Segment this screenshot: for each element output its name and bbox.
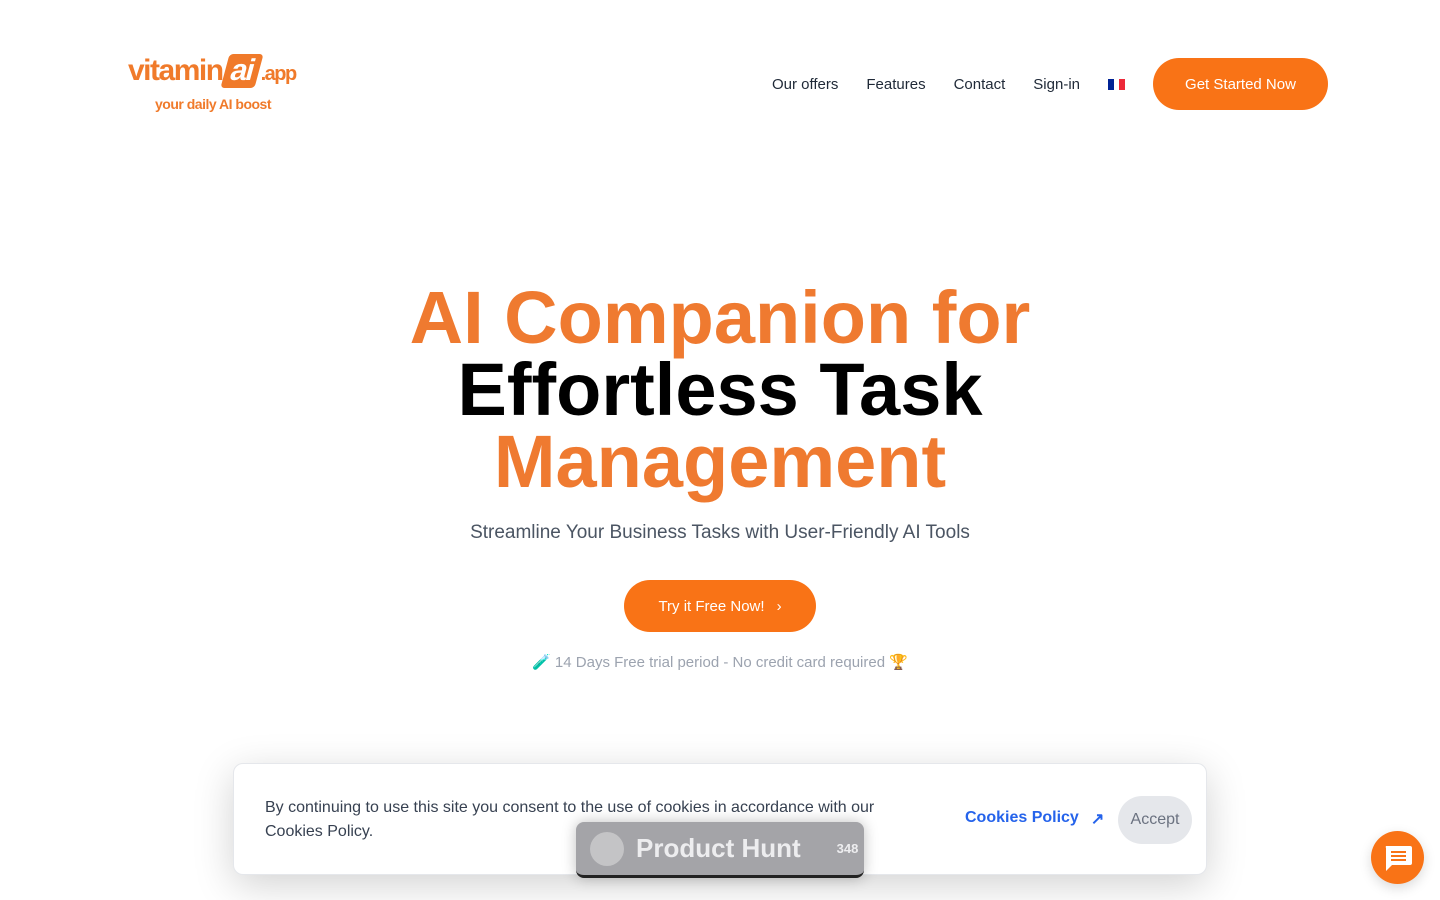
- try-free-button[interactable]: Try it Free Now! ›: [624, 580, 816, 632]
- product-hunt-label: Product Hunt: [636, 833, 801, 863]
- product-hunt-icon: [590, 831, 624, 866]
- nav-our-offers[interactable]: Our offers: [772, 76, 838, 93]
- main-nav: Our offers Features Contact Sign-in Get …: [772, 58, 1328, 110]
- cookies-policy-link[interactable]: Cookies Policy ↗: [965, 809, 1104, 829]
- trophy-icon: 🏆: [889, 654, 908, 671]
- chat-button[interactable]: [1371, 831, 1424, 884]
- french-flag-icon[interactable]: [1108, 78, 1126, 90]
- test-tube-icon: 🧪: [532, 654, 551, 671]
- product-hunt-count: 348: [836, 841, 859, 856]
- nav-features[interactable]: Features: [866, 76, 925, 93]
- logo[interactable]: vitamin ai .app your daily AI boost: [128, 54, 308, 116]
- external-arrow-icon: ↗: [1090, 811, 1105, 828]
- hero-subtitle: Streamline Your Business Tasks with User…: [470, 522, 970, 543]
- trial-note: 🧪 14 Days Free trial period - No credit …: [532, 654, 908, 671]
- chat-icon: [1385, 845, 1412, 871]
- nav-sign-in[interactable]: Sign-in: [1033, 76, 1080, 93]
- get-started-button[interactable]: Get Started Now: [1153, 58, 1328, 110]
- nav-contact[interactable]: Contact: [954, 76, 1006, 93]
- accept-button[interactable]: Accept: [1118, 796, 1192, 844]
- hero-title: AI Companion for Effortless Task Managem…: [409, 276, 1031, 503]
- product-hunt-badge[interactable]: Product Hunt 348: [576, 822, 864, 878]
- logo-tagline: your daily AI boost: [155, 96, 272, 112]
- chevron-right-icon: ›: [776, 597, 782, 615]
